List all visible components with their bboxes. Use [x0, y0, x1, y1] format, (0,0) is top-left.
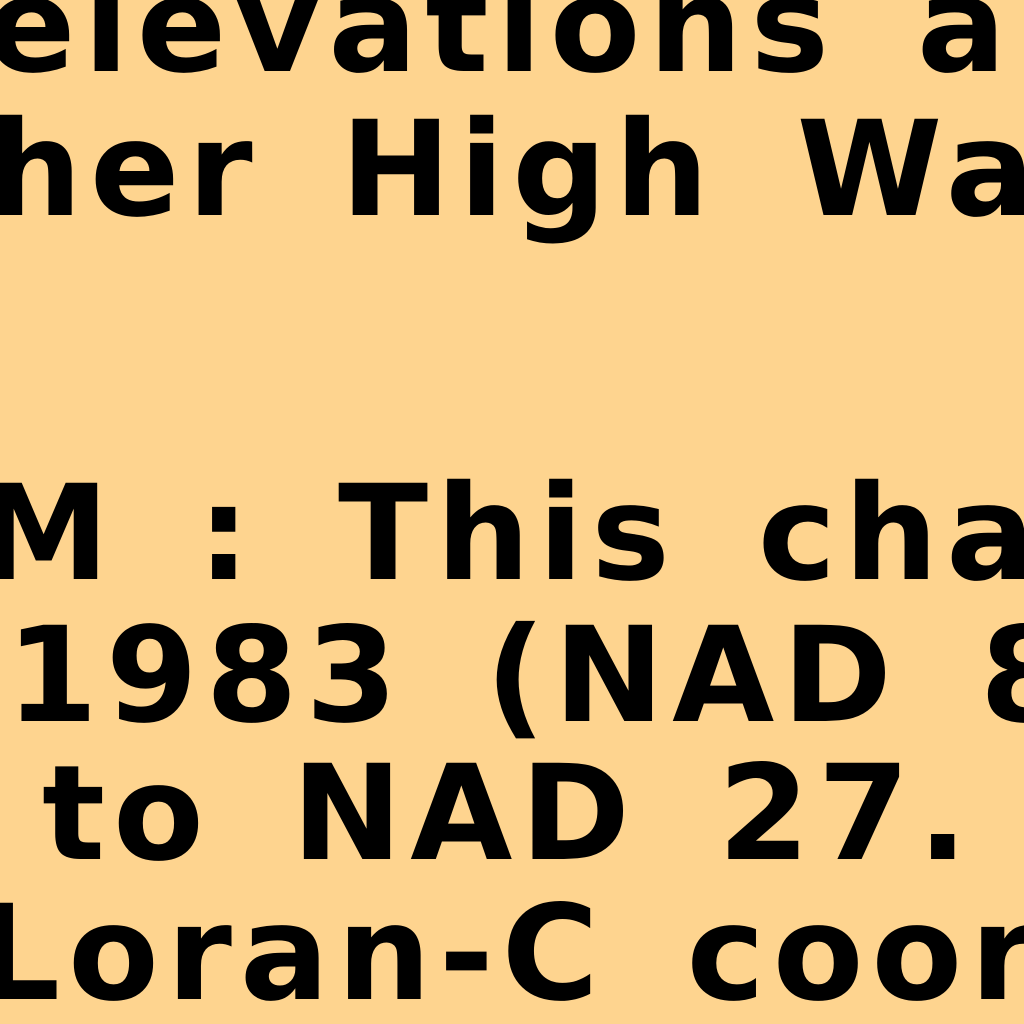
- text-line-elevations: elevations and cl: [0, 0, 1024, 103]
- chart-note-crop: elevations and cl her High Water, L M : …: [0, 0, 1024, 1024]
- text-line-loran-c: Loran-C coordin-: [0, 877, 1024, 1024]
- text-line-datum-note: M : This chart is: [0, 457, 1024, 611]
- text-line-high-water: her High Water, L: [0, 93, 1024, 247]
- text-line-nad83: 1983 (NAD 83): [6, 599, 1024, 753]
- text-line-nad27: to NAD 27. Posit: [42, 737, 976, 891]
